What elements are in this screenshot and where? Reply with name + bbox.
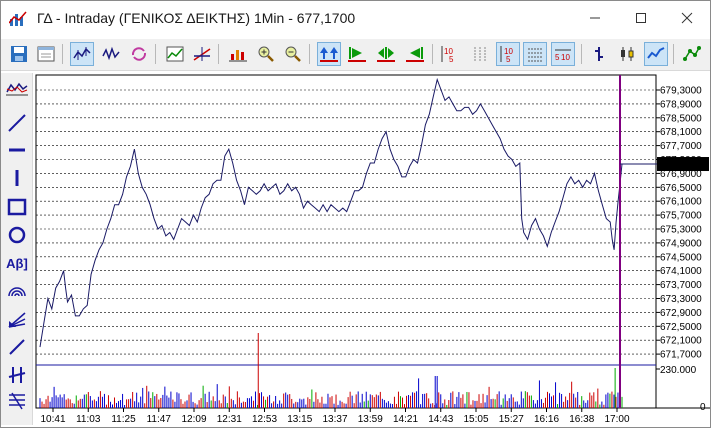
x-tick-label: 16:16 <box>534 414 559 425</box>
fan-icon[interactable] <box>5 307 29 331</box>
save-icon[interactable] <box>7 42 31 66</box>
ellipse-icon[interactable] <box>5 223 29 247</box>
x-tick-label: 12:31 <box>217 414 242 425</box>
rectangle-icon[interactable] <box>5 195 29 219</box>
y-tick-label: 674,1000 <box>660 266 702 277</box>
x-tick-label: 13:15 <box>287 414 312 425</box>
price-chart[interactable]: 679,3000 678,9000 678,5000 678,1000 677,7000… <box>34 73 710 427</box>
x-tick-label: 11:47 <box>147 414 172 425</box>
y-tick-label: 675,7000 <box>660 211 702 222</box>
y-tick-label: 676,1000 <box>660 197 702 208</box>
x-tick-label: 13:59 <box>358 414 383 425</box>
bars-icon[interactable] <box>226 42 250 66</box>
range-10-5-icon[interactable]: 10 5 <box>496 42 520 66</box>
minimize-icon <box>590 17 600 19</box>
volume-tick-label: 0 <box>700 402 706 413</box>
go-end-icon[interactable] <box>403 42 427 66</box>
zoom-out-icon[interactable] <box>281 42 305 66</box>
zoom-in-icon[interactable] <box>254 42 278 66</box>
x-tick-label: 14:21 <box>393 414 418 425</box>
text-tool-label: Aβ] <box>6 255 28 271</box>
go-start-icon[interactable] <box>345 42 369 66</box>
y-tick-label: 672,9000 <box>660 308 702 319</box>
indicator-panel-icon[interactable] <box>5 77 29 101</box>
y-tick-label: 674,5000 <box>660 252 702 263</box>
window-title: ΓΔ - Intraday (ΓΕΝΙΚΟΣ ΔΕΙΚΤΗΣ) 1Min - 6… <box>37 10 356 26</box>
x-tick-label: 12:09 <box>181 414 206 425</box>
range-5-10-icon[interactable]: 5 10 <box>551 42 575 66</box>
play-icon[interactable] <box>374 42 398 66</box>
x-tick-label: 14:43 <box>428 414 453 425</box>
bar-type-icon[interactable] <box>587 42 611 66</box>
line-type-icon[interactable] <box>644 42 668 66</box>
volume-tick-label: 230.000 <box>660 365 697 376</box>
title-bar[interactable]: ΓΔ - Intraday (ΓΕΝΙΚΟΣ ΔΕΙΚΤΗΣ) 1Min - 6… <box>1 1 710 37</box>
y-tick-label: 672,5000 <box>660 322 702 333</box>
text-tool-icon[interactable]: Aβ] <box>5 251 29 275</box>
app-window: ΓΔ - Intraday (ΓΕΝΙΚΟΣ ΔΕΙΚΤΗΣ) 1Min - 6… <box>0 0 711 428</box>
svg-text:5: 5 <box>449 55 454 63</box>
y-tick-label: 678,5000 <box>660 113 702 124</box>
y-tick-label: 671,7000 <box>660 350 702 361</box>
minimize-button[interactable] <box>572 1 618 35</box>
x-tick-label: 11:25 <box>111 414 136 425</box>
y-tick-label: 672,1000 <box>660 336 702 347</box>
close-button[interactable] <box>664 1 710 35</box>
x-tick-label: 16:38 <box>569 414 594 425</box>
price-line <box>39 77 623 348</box>
last-price-label: 677,1700 <box>660 160 702 171</box>
x-tick-label: 13:37 <box>322 414 347 425</box>
y-tick-label: 679,3000 <box>660 86 702 97</box>
period-5-icon[interactable]: 10 5 <box>438 42 462 66</box>
chart-area[interactable]: 679,3000 678,9000 678,5000 678,1000 677,7000… <box>34 73 710 427</box>
pen-icon[interactable] <box>5 335 29 359</box>
scroll-both-icon[interactable] <box>317 42 341 66</box>
svg-text:10: 10 <box>561 53 570 62</box>
y-tick-label: 673,7000 <box>660 280 702 291</box>
svg-text:5: 5 <box>506 55 511 63</box>
arc-icon[interactable] <box>5 279 29 303</box>
chart-app-icon <box>8 11 27 27</box>
x-tick-label: 11:03 <box>76 414 101 425</box>
y-tick-label: 678,9000 <box>660 99 702 110</box>
x-tick-label: 10:41 <box>40 414 65 425</box>
x-tick-label: 12:53 <box>252 414 277 425</box>
horizontal-line-icon[interactable] <box>5 138 29 162</box>
grid-icon[interactable] <box>468 42 492 66</box>
refresh-icon[interactable] <box>127 42 151 66</box>
chart-settings-icon[interactable] <box>163 42 187 66</box>
y-tick-label: 674,9000 <box>660 238 702 249</box>
maximize-icon <box>636 13 646 23</box>
y-tick-label: 675,3000 <box>660 225 702 236</box>
svg-text:5: 5 <box>555 53 560 62</box>
plot-frame <box>35 74 657 409</box>
main-toolbar: 10 5 10 5 5 10 <box>1 39 710 71</box>
y-tick-label: 678,1000 <box>660 127 702 138</box>
y-tick-label: 677,7000 <box>660 141 702 152</box>
vertical-line-icon[interactable] <box>5 166 29 190</box>
y-tick-label: 673,3000 <box>660 294 702 305</box>
line-chart-icon[interactable] <box>70 42 94 66</box>
indicator-icon[interactable] <box>680 42 704 66</box>
table-icon[interactable] <box>523 42 547 66</box>
x-tick-label: 17:00 <box>604 414 629 425</box>
y-tick-label: 676,5000 <box>660 183 702 194</box>
x-tick-label: 15:27 <box>499 414 524 425</box>
window-icon[interactable] <box>34 42 58 66</box>
close-icon <box>681 12 693 24</box>
candle-chart-icon[interactable] <box>99 42 123 66</box>
diagonal-line-icon[interactable] <box>5 111 29 135</box>
fibonacci-icon[interactable] <box>5 389 29 413</box>
trend-icon[interactable] <box>190 42 214 66</box>
candle-type-icon[interactable] <box>615 42 639 66</box>
x-tick-label: 15:05 <box>463 414 488 425</box>
maximize-button[interactable] <box>618 1 664 35</box>
cross-icon[interactable] <box>5 363 29 387</box>
drawing-tools-panel: Aβ] <box>1 73 33 425</box>
